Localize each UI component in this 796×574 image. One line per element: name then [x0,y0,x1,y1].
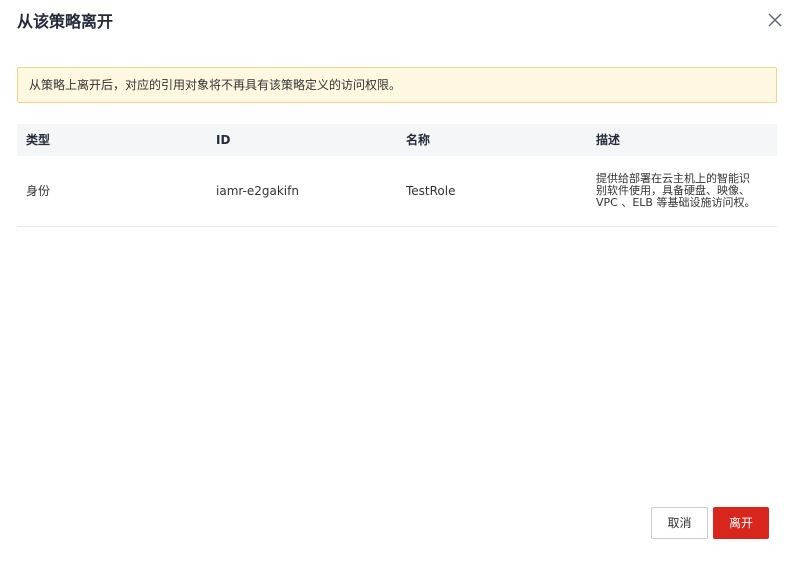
cell-description: 提供给部署在云主机上的智能识别软件使用，具备硬盘、映像、VPC 、ELB 等基础… [596,171,756,209]
cell-type: 身份 [17,156,207,227]
cell-name: TestRole [397,156,587,227]
column-header-id: ID [207,124,397,156]
cell-id: iamr-e2gakifn [207,156,397,227]
leave-policy-dialog: 从该策略离开 从策略上离开后，对应的引用对象将不再具有该策略定义的访问权限。 类… [0,0,796,574]
reference-table: 类型 ID 名称 描述 身份 iamr-e2gakifn TestRole 提供… [17,124,777,227]
cell-description-wrapper: 提供给部署在云主机上的智能识别软件使用，具备硬盘、映像、VPC 、ELB 等基础… [587,156,777,227]
table-row: 身份 iamr-e2gakifn TestRole 提供给部署在云主机上的智能识… [17,156,777,227]
warning-alert: 从策略上离开后，对应的引用对象将不再具有该策略定义的访问权限。 [17,67,777,103]
dialog-title: 从该策略离开 [17,12,114,31]
table-header-row: 类型 ID 名称 描述 [17,124,777,156]
column-header-type: 类型 [17,124,207,156]
close-icon[interactable] [764,9,786,31]
column-header-name: 名称 [397,124,587,156]
cancel-button[interactable]: 取消 [651,507,708,539]
leave-button[interactable]: 离开 [713,507,769,539]
column-header-description: 描述 [587,124,777,156]
